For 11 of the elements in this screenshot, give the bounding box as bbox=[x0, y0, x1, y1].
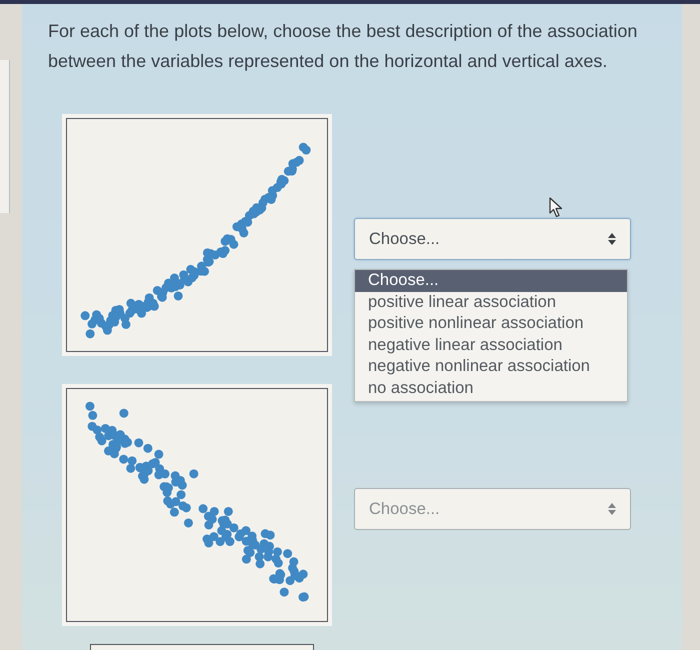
dropdown-option[interactable]: Choose... bbox=[355, 270, 627, 292]
updown-caret-icon bbox=[608, 233, 616, 245]
dropdown-option[interactable]: negative linear association bbox=[355, 334, 627, 356]
instruction-text: For each of the plots below, choose the best description of the association between the variables represented on the horizontal and vertical axes. bbox=[48, 20, 638, 73]
dropdown-option[interactable]: negative nonlinear association bbox=[355, 356, 627, 378]
updown-caret-icon bbox=[608, 503, 616, 515]
mouse-pointer-icon bbox=[549, 197, 563, 218]
dropdown-option[interactable]: positive linear association bbox=[355, 292, 627, 313]
dropdown-option[interactable]: positive nonlinear association bbox=[355, 313, 627, 334]
choose-dropdown[interactable]: Choose... bbox=[354, 218, 631, 260]
dropdown-option[interactable]: no association bbox=[355, 378, 627, 399]
